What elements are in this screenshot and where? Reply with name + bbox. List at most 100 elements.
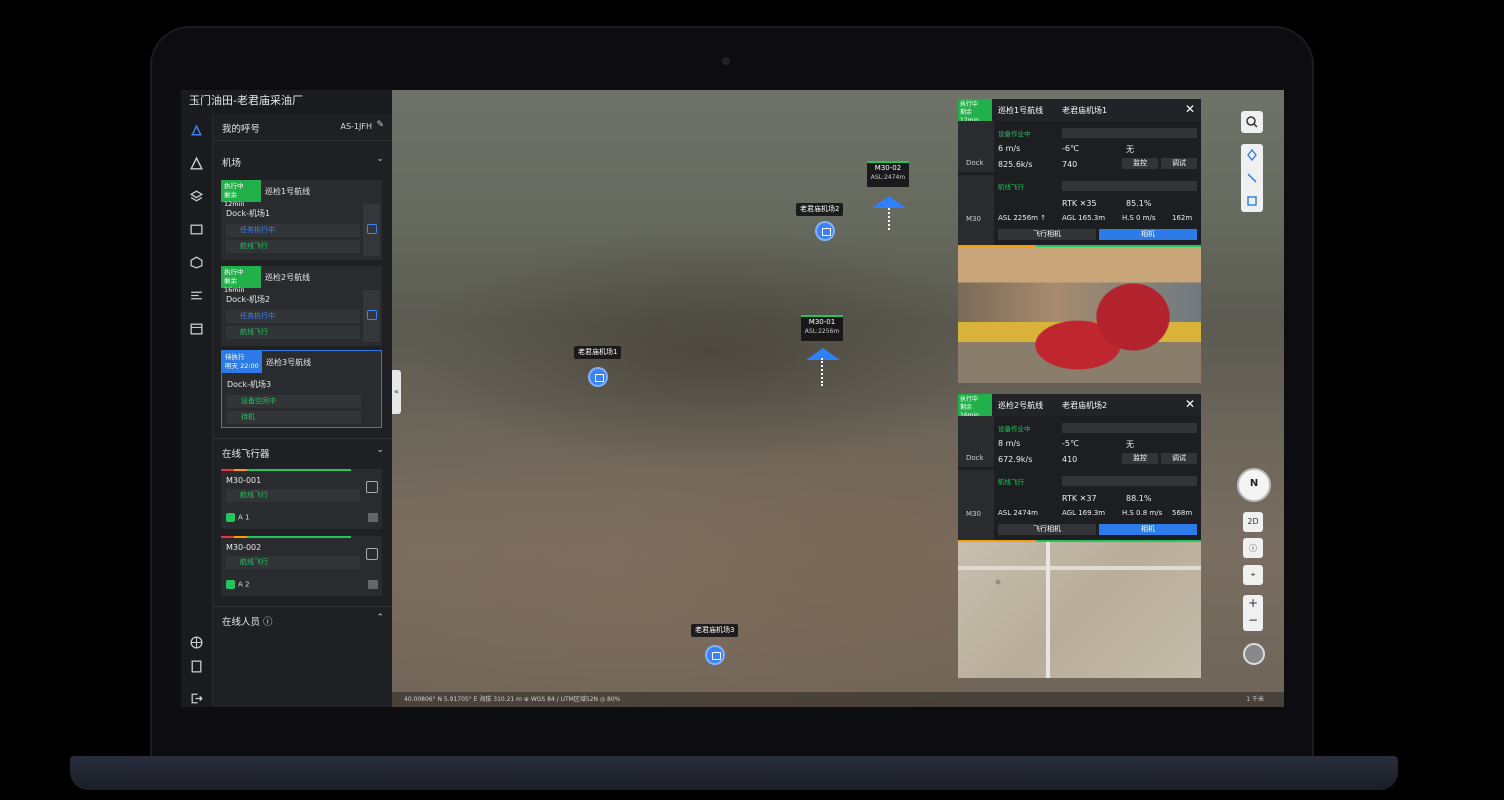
app-header: 玉门油田-老君庙采油厂 bbox=[181, 90, 392, 114]
people-header[interactable]: 在线人员 ⓘ ⌃ bbox=[213, 606, 392, 633]
app-title: 玉门油田-老君庙采油厂 bbox=[189, 94, 303, 107]
camera-icon[interactable] bbox=[368, 513, 378, 522]
rtk-count: RTK ✕37 bbox=[1062, 494, 1097, 503]
line-tool-icon[interactable] bbox=[1245, 171, 1259, 185]
wind-speed: 8 m/s bbox=[998, 439, 1021, 448]
card-header: 执行中剩余 16min 巡检2号航线 老君庙机场2 ✕ bbox=[958, 394, 1201, 419]
monitor-button[interactable]: 监控 bbox=[1122, 453, 1158, 464]
workspace-icon[interactable] bbox=[189, 123, 204, 138]
drone-name: M30-002 bbox=[226, 543, 262, 552]
drones-title: 在线飞行器 bbox=[222, 449, 270, 460]
zoom-in-button[interactable]: + bbox=[1243, 595, 1263, 612]
route-name: 巡检2号航线 bbox=[998, 401, 1044, 410]
side-panel: 我的呼号 AS-1JFH ✎ 机场 ⌄ 执行中 剩余 12min 巡检1号航线 D… bbox=[213, 114, 392, 707]
close-icon[interactable]: ✕ bbox=[1185, 102, 1195, 116]
polygon-tool-icon[interactable] bbox=[1245, 194, 1259, 208]
flight-camera-button[interactable]: 飞行相机 bbox=[998, 229, 1096, 240]
dock-label: 老君庙机场1 bbox=[574, 346, 622, 359]
camera-button[interactable]: 相机 bbox=[1099, 229, 1197, 240]
signal-bar bbox=[221, 469, 351, 471]
dock-live-card: 执行中剩余 16min 巡检2号航线 老君庙机场2 ✕ Dock 设备作业中 8… bbox=[958, 394, 1201, 678]
horizontal-speed: H.S 0.8 m/s bbox=[1122, 509, 1163, 517]
logout-icon[interactable] bbox=[189, 691, 204, 706]
flight-camera-button[interactable]: 飞行相机 bbox=[998, 524, 1096, 535]
layers-icon[interactable] bbox=[189, 189, 204, 204]
media-icon[interactable] bbox=[189, 222, 204, 237]
network-speed: 825.6k/s bbox=[998, 160, 1033, 169]
locate-button[interactable]: ⌖ bbox=[1243, 565, 1263, 585]
globe-icon[interactable] bbox=[189, 635, 204, 650]
dock-marker[interactable] bbox=[815, 221, 835, 241]
collapse-panel-button[interactable]: « bbox=[392, 370, 401, 414]
drone-label[interactable]: M30-02 ASL:2474m bbox=[867, 161, 909, 187]
altitude-asl: ASL 2256m ↑ bbox=[998, 214, 1047, 222]
dock-label: 老君庙机场2 bbox=[796, 203, 844, 216]
altitude-line bbox=[888, 208, 890, 230]
dock-name: Dock-机场2 bbox=[226, 295, 271, 304]
dock-section: Dock bbox=[958, 416, 994, 467]
debug-button[interactable]: 调试 bbox=[1161, 453, 1197, 464]
close-icon[interactable]: ✕ bbox=[1185, 397, 1195, 411]
dock-marker[interactable] bbox=[705, 645, 725, 665]
drone-card[interactable]: M30-001 航线飞行 A 1 bbox=[221, 469, 382, 529]
task-card-selected[interactable]: 待执行 明天 22:00 巡检3号航线 Dock-机场3 设备空闲中 待机 bbox=[221, 350, 382, 428]
zoom-out-button[interactable]: − bbox=[1243, 612, 1263, 629]
route-name: 巡检1号航线 bbox=[998, 106, 1044, 115]
route-name: 巡检2号航线 bbox=[265, 273, 311, 282]
task-card[interactable]: 执行中 剩余 12min 巡检1号航线 Dock-机场1 任务执行中 航线飞行 bbox=[221, 180, 382, 260]
model-cube-icon[interactable] bbox=[189, 255, 204, 270]
monitor-button[interactable] bbox=[363, 204, 380, 256]
point-tool-icon[interactable] bbox=[1245, 148, 1259, 162]
laptop-base bbox=[70, 756, 1398, 790]
pilot: A 2 bbox=[226, 580, 249, 589]
signal-bar bbox=[221, 536, 351, 538]
live-video-feed[interactable] bbox=[958, 247, 1201, 383]
monitor-button[interactable]: 监控 bbox=[1122, 158, 1158, 169]
drone-label[interactable]: M30-01 ASL:2256m bbox=[801, 315, 843, 341]
debug-button[interactable]: 调试 bbox=[1161, 158, 1197, 169]
settings-doc-icon[interactable] bbox=[189, 659, 204, 674]
dock-status: 设备空闲中 bbox=[227, 395, 361, 408]
live-video-feed[interactable] bbox=[958, 542, 1201, 678]
webcam bbox=[722, 57, 730, 65]
callsign-label: 我的呼号 bbox=[222, 124, 261, 135]
info-icon: ⓘ bbox=[1249, 544, 1257, 553]
status-badge: 执行中剩余 16min bbox=[221, 266, 261, 294]
status-badge: 待执行 明天 22:00 bbox=[222, 351, 262, 373]
locate-icon: ⌖ bbox=[1250, 570, 1256, 579]
airports-header[interactable]: 机场 ⌄ bbox=[213, 148, 392, 174]
control-icon[interactable] bbox=[366, 481, 378, 493]
basemap-switch-button[interactable] bbox=[1243, 643, 1265, 665]
chevron-down-icon[interactable]: ⌄ bbox=[376, 445, 384, 455]
storage: 740 bbox=[1062, 160, 1078, 169]
draw-toolbar bbox=[1241, 144, 1263, 212]
camera-button[interactable]: 相机 bbox=[1099, 524, 1197, 535]
compass[interactable]: N bbox=[1237, 468, 1271, 502]
coordinate-readout: 40.00806° N 5.91705° E 海拔 310.21 m ⊕ WGS… bbox=[404, 696, 621, 703]
control-icon[interactable] bbox=[366, 548, 378, 560]
route-list-icon[interactable] bbox=[189, 288, 204, 303]
map-marker-icon[interactable] bbox=[189, 156, 204, 171]
pilot-icon bbox=[226, 580, 235, 589]
storage: 410 bbox=[1062, 455, 1078, 464]
search-icon bbox=[1246, 116, 1258, 128]
drone-marker[interactable] bbox=[806, 348, 840, 360]
drones-header[interactable]: 在线飞行器 ⌄ bbox=[213, 438, 392, 465]
drone-card[interactable]: M30-002 航线飞行 A 2 bbox=[221, 536, 382, 596]
edit-icon[interactable]: ✎ bbox=[376, 120, 384, 130]
task-card[interactable]: 执行中 剩余 16min 巡检2号航线 Dock-机场2 任务执行中 航线飞行 bbox=[221, 266, 382, 346]
info-button[interactable]: ⓘ bbox=[1243, 538, 1263, 558]
camera-icon[interactable] bbox=[368, 580, 378, 589]
monitor-button[interactable] bbox=[363, 290, 380, 342]
search-button[interactable] bbox=[1241, 111, 1263, 133]
dock-marker[interactable] bbox=[588, 367, 608, 387]
people-title: 在线人员 ⓘ bbox=[222, 617, 273, 628]
wind-speed: 6 m/s bbox=[998, 144, 1021, 153]
dock-name: Dock-机场3 bbox=[227, 380, 272, 389]
calendar-icon[interactable] bbox=[189, 321, 204, 336]
view-toggle-button[interactable]: 2D bbox=[1243, 512, 1263, 532]
chevron-down-icon[interactable]: ⌄ bbox=[376, 154, 384, 164]
drone-status: 航线飞行 bbox=[226, 489, 360, 502]
chevron-up-icon[interactable]: ⌃ bbox=[376, 613, 384, 623]
drone-marker[interactable] bbox=[872, 196, 906, 208]
